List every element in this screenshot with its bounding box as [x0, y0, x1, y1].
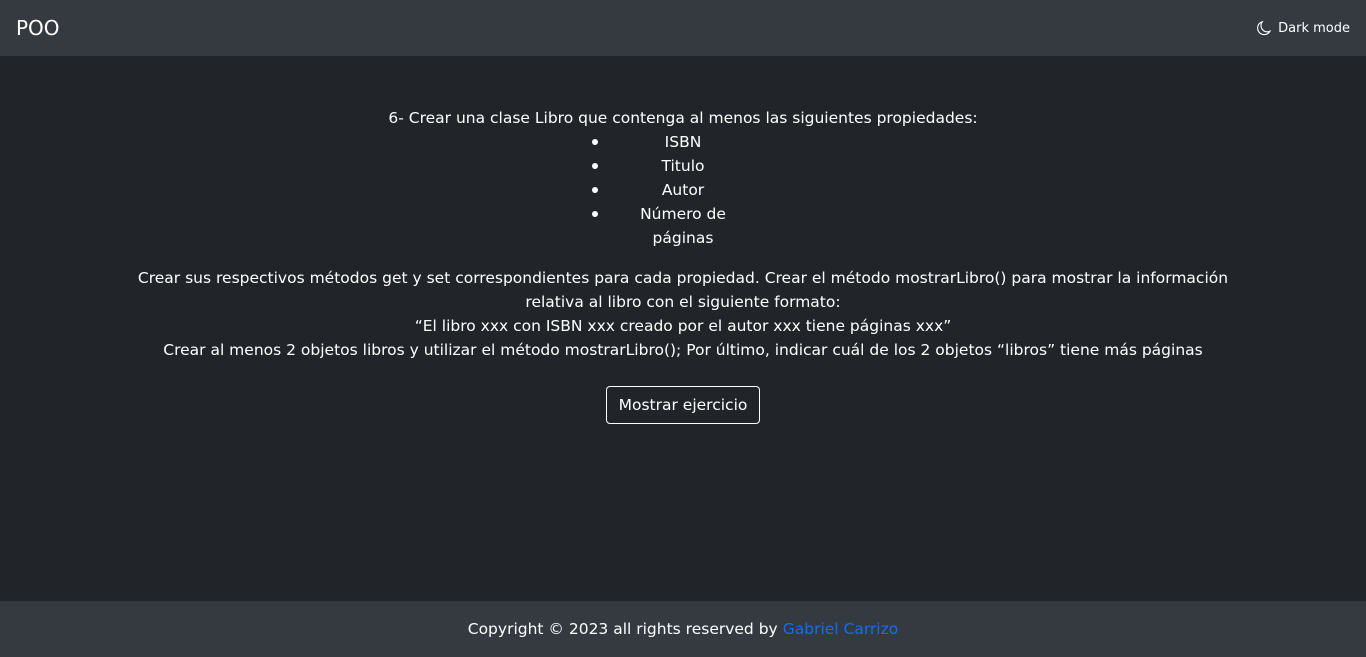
moon-icon: [1257, 20, 1272, 36]
properties-list: ISBN Titulo Autor Número de páginas: [592, 130, 753, 250]
dark-mode-toggle[interactable]: Dark mode: [1257, 20, 1350, 36]
main-content: 6- Crear una clase Libro que contenga al…: [0, 56, 1366, 601]
copyright-text: Copyright © 2023 all rights reserved by: [467, 620, 778, 638]
description-line: Crear al menos 2 objetos libros y utiliz…: [163, 341, 1203, 359]
show-exercise-button[interactable]: Mostrar ejercicio: [605, 386, 761, 424]
brand-title[interactable]: POO: [16, 16, 60, 40]
exercise-description: Crear sus respectivos métodos get y set …: [0, 266, 1366, 362]
navbar: POO Dark mode: [0, 0, 1366, 56]
description-format: “El libro xxx con ISBN xxx creado por el…: [414, 317, 952, 335]
dark-mode-label: Dark mode: [1278, 20, 1350, 36]
description-line: Crear sus respectivos métodos get y set …: [137, 269, 1229, 311]
list-item: Titulo: [592, 154, 753, 178]
list-item: ISBN: [592, 130, 753, 154]
list-item: Número de páginas: [592, 202, 753, 250]
exercise-intro: 6- Crear una clase Libro que contenga al…: [388, 109, 978, 127]
footer: Copyright © 2023 all rights reserved by …: [0, 601, 1366, 657]
list-item: Autor: [592, 178, 753, 202]
author-link[interactable]: Gabriel Carrizo: [783, 620, 899, 638]
